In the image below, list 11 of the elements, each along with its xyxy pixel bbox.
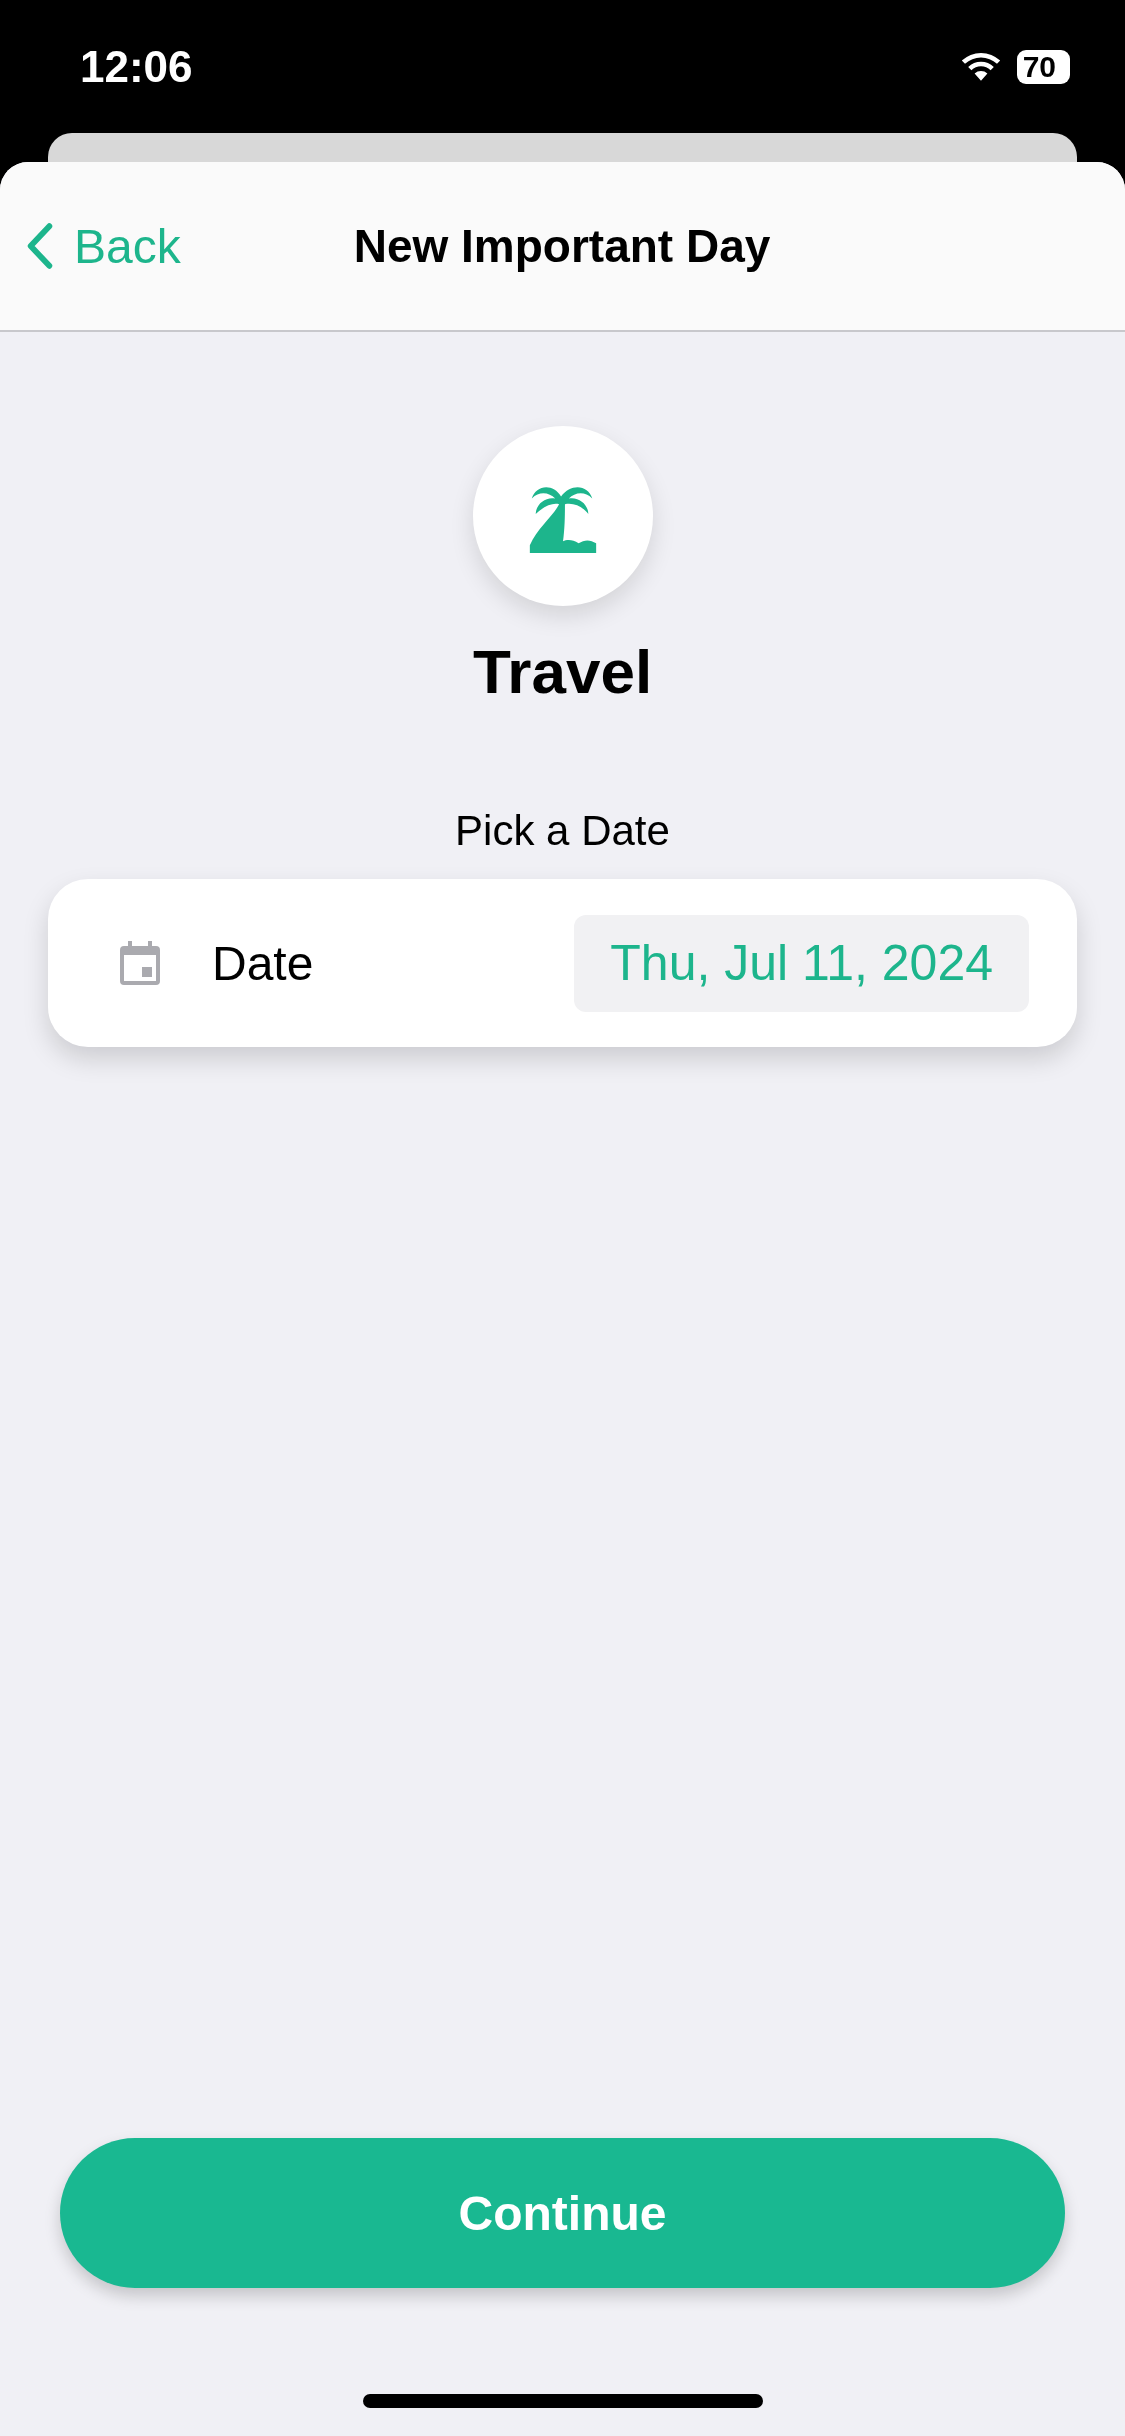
back-button[interactable]: Back <box>0 218 181 274</box>
calendar-icon <box>120 940 160 986</box>
status-time: 12:06 <box>80 42 193 92</box>
battery-icon: 70 <box>1016 50 1070 84</box>
chevron-left-icon <box>26 220 54 272</box>
screen-title: New Important Day <box>352 219 772 273</box>
date-label: Date <box>212 935 315 991</box>
date-picker[interactable]: Thu, Jul 11, 2024 <box>574 914 1029 1012</box>
category-name: Travel <box>472 636 653 707</box>
continue-button[interactable]: Continue <box>60 2138 1065 2288</box>
prompt-label: Pick a Date <box>455 807 670 855</box>
